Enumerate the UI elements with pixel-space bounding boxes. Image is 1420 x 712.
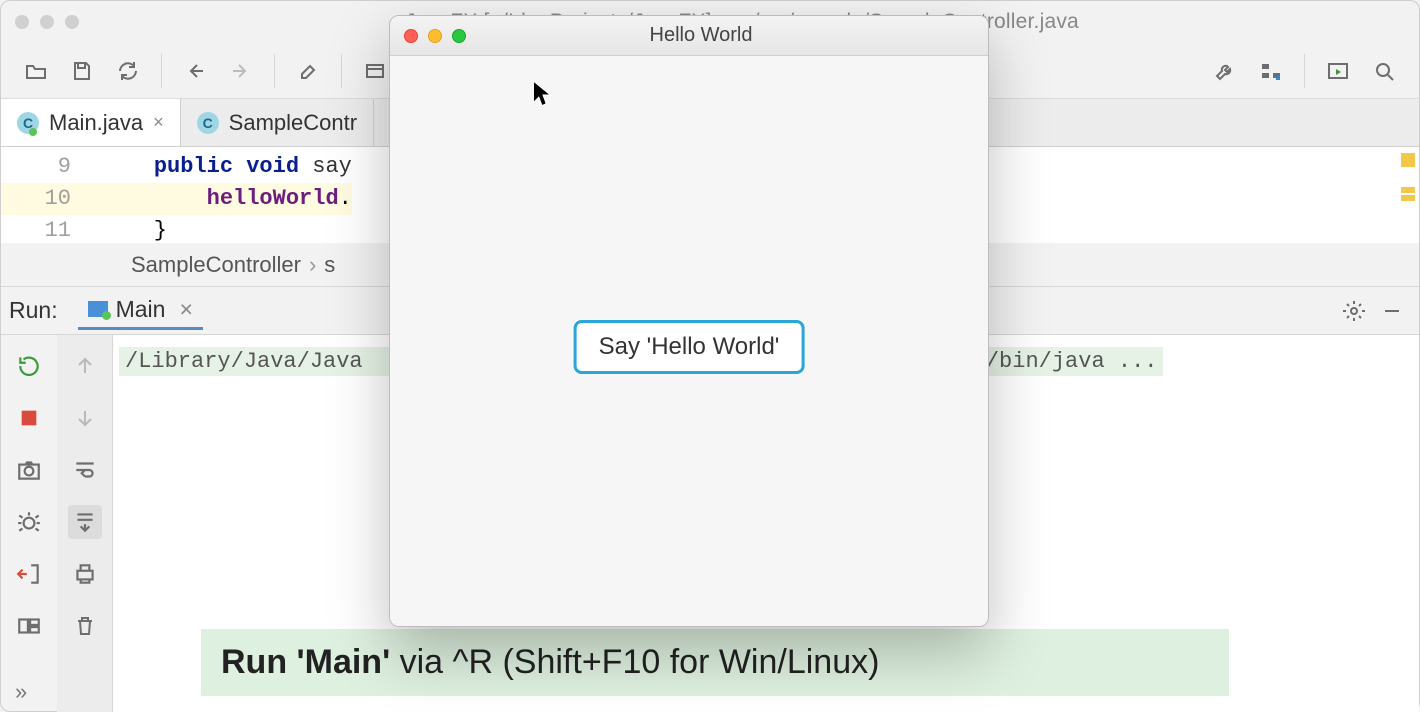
app-icon bbox=[88, 301, 108, 317]
up-icon[interactable] bbox=[68, 349, 102, 383]
java-class-icon bbox=[197, 112, 219, 134]
stop-icon[interactable] bbox=[12, 401, 46, 435]
warning-marker[interactable] bbox=[1401, 195, 1415, 201]
wrench-icon[interactable] bbox=[1206, 52, 1244, 90]
project-structure-icon[interactable] bbox=[1252, 52, 1290, 90]
bug-icon[interactable] bbox=[12, 505, 46, 539]
marker-stripe[interactable] bbox=[1399, 147, 1419, 243]
open-icon[interactable] bbox=[17, 52, 55, 90]
trash-icon[interactable] bbox=[68, 609, 102, 643]
soft-wrap-icon[interactable] bbox=[68, 453, 102, 487]
run-actions-right bbox=[57, 335, 113, 712]
layout-icon[interactable] bbox=[12, 609, 46, 643]
run-icon[interactable] bbox=[1319, 52, 1357, 90]
tab-label: SampleContr bbox=[229, 110, 357, 136]
run-actions-left bbox=[1, 335, 57, 712]
run-config-name: Main bbox=[116, 296, 166, 323]
scroll-to-end-icon[interactable] bbox=[68, 505, 102, 539]
save-icon[interactable] bbox=[63, 52, 101, 90]
print-icon[interactable] bbox=[68, 557, 102, 591]
ide-zoom-dot[interactable] bbox=[65, 15, 79, 29]
javafx-scene: Say 'Hello World' bbox=[390, 56, 988, 626]
back-icon[interactable] bbox=[176, 52, 214, 90]
rerun-icon[interactable] bbox=[12, 349, 46, 383]
search-icon[interactable] bbox=[1365, 52, 1403, 90]
line-gutter: 9 10 11 bbox=[1, 147, 101, 243]
javafx-traffic-lights bbox=[390, 29, 466, 43]
ide-traffic-lights bbox=[15, 15, 79, 29]
exit-icon[interactable] bbox=[12, 557, 46, 591]
window-close-icon[interactable] bbox=[404, 29, 418, 43]
say-hello-world-button[interactable]: Say 'Hello World' bbox=[574, 320, 805, 374]
crumb[interactable]: s bbox=[324, 252, 335, 278]
tab-main-java[interactable]: Main.java × bbox=[1, 99, 181, 146]
chevron-right-icon: › bbox=[309, 252, 316, 278]
down-icon[interactable] bbox=[68, 401, 102, 435]
code-area[interactable]: public void say helloWorld. } bbox=[101, 147, 352, 243]
window-zoom-icon[interactable] bbox=[452, 29, 466, 43]
javafx-titlebar[interactable]: Hello World bbox=[390, 16, 988, 56]
warning-marker[interactable] bbox=[1401, 153, 1415, 167]
gear-icon[interactable] bbox=[1335, 292, 1373, 330]
tab-sample-controller[interactable]: SampleContr bbox=[181, 99, 374, 146]
forward-icon[interactable] bbox=[222, 52, 260, 90]
hint-banner: Run 'Main' via ^R (Shift+F10 for Win/Lin… bbox=[201, 629, 1229, 696]
javafx-window-title: Hello World bbox=[466, 24, 988, 47]
ide-window: JavaFX [~/IdeaProjects/JavaFX] – .../src… bbox=[0, 0, 1420, 712]
more-icon[interactable]: » bbox=[15, 679, 27, 705]
crumb[interactable]: SampleController bbox=[131, 252, 301, 278]
warning-marker[interactable] bbox=[1401, 187, 1415, 193]
ide-close-dot[interactable] bbox=[15, 15, 29, 29]
camera-icon[interactable] bbox=[12, 453, 46, 487]
tab-label: Main.java bbox=[49, 110, 143, 136]
close-icon[interactable]: × bbox=[153, 112, 164, 133]
minimize-icon[interactable] bbox=[1373, 292, 1411, 330]
build-icon[interactable] bbox=[289, 52, 327, 90]
ide-minimize-dot[interactable] bbox=[40, 15, 54, 29]
window-minimize-icon[interactable] bbox=[428, 29, 442, 43]
run-config-tab[interactable]: Main × bbox=[78, 292, 203, 330]
run-panel-label: Run: bbox=[9, 297, 58, 324]
java-class-icon bbox=[17, 112, 39, 134]
close-icon[interactable]: × bbox=[179, 296, 192, 323]
javafx-app-window[interactable]: Hello World Say 'Hello World' bbox=[389, 15, 989, 627]
sync-icon[interactable] bbox=[109, 52, 147, 90]
